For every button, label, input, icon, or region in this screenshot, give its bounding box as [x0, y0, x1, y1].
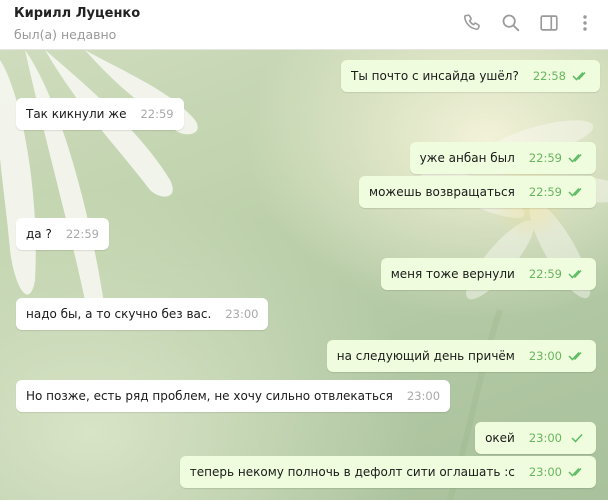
message-text: можешь возвращаться: [369, 185, 515, 199]
more-icon[interactable]: [574, 12, 596, 34]
message-time: 23:00: [528, 465, 562, 479]
message-text: меня тоже вернули: [390, 267, 515, 281]
message-time: 22:58: [532, 69, 566, 83]
message-bubble[interactable]: да ? 22:59: [16, 218, 109, 250]
phone-icon[interactable]: [462, 12, 484, 34]
message-time: 22:59: [140, 107, 174, 121]
chat-header: Кирилл Луценко был(а) недавно: [0, 0, 608, 50]
message-bubble[interactable]: Так кикнули же 22:59: [16, 98, 184, 130]
message-text: Но позже, есть ряд проблем, не хочу силь…: [26, 389, 393, 403]
message-bubble[interactable]: меня тоже вернули 22:59: [380, 258, 596, 290]
double-check-icon: [568, 187, 586, 197]
double-check-icon: [568, 153, 586, 163]
message-bubble[interactable]: Но позже, есть ряд проблем, не хочу силь…: [16, 380, 451, 412]
contact-name[interactable]: Кирилл Луценко: [14, 6, 140, 21]
message-time: 22:59: [528, 185, 562, 199]
message-bubble[interactable]: Ты почто с инсайда ушёл? 22:58: [341, 60, 600, 92]
message-time: 23:00: [528, 349, 562, 363]
double-check-icon: [568, 351, 586, 361]
message-text: Ты почто с инсайда ушёл?: [351, 69, 519, 83]
message-bubble[interactable]: уже анбан был 22:59: [409, 142, 596, 174]
double-check-icon: [572, 71, 590, 81]
message-text: Так кикнули же: [26, 107, 127, 121]
chat-area[interactable]: Ты почто с инсайда ушёл? 22:58 Так кикну…: [0, 50, 608, 500]
message-time: 23:00: [225, 307, 259, 321]
message-time: 22:59: [65, 227, 99, 241]
double-check-icon: [568, 269, 586, 279]
check-icon: [568, 433, 586, 443]
message-bubble[interactable]: окей 23:00: [475, 422, 596, 454]
search-icon[interactable]: [500, 12, 522, 34]
message-text: да ?: [26, 227, 52, 241]
message-time: 23:00: [528, 431, 562, 445]
message-text: на следующий день причём: [336, 349, 515, 363]
message-time: 22:59: [528, 267, 562, 281]
message-bubble[interactable]: надо бы, а то скучно без вас. 23:00: [16, 298, 269, 330]
message-text: окей: [485, 431, 515, 445]
message-text: теперь некому полночь в дефолт сити огла…: [189, 465, 515, 479]
contact-status: был(а) недавно: [14, 27, 117, 42]
message-time: 23:00: [406, 389, 441, 403]
double-check-icon: [568, 467, 586, 477]
message-bubble[interactable]: на следующий день причём 23:00: [326, 340, 596, 372]
message-bubble[interactable]: теперь некому полночь в дефолт сити огла…: [179, 456, 596, 488]
message-bubble[interactable]: можешь возвращаться 22:59: [359, 176, 596, 208]
message-text: надо бы, а то скучно без вас.: [26, 307, 212, 321]
message-text: уже анбан был: [419, 151, 515, 165]
sidebar-icon[interactable]: [538, 12, 560, 34]
message-time: 22:59: [528, 151, 562, 165]
